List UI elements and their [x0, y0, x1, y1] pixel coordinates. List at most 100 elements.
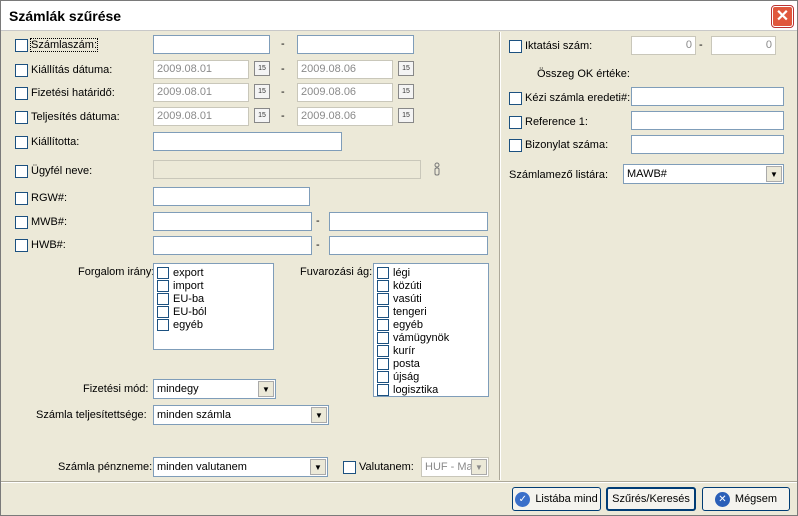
dialog-window: Számlák szűrése ✕ Számlaszám: - Kiállítá… — [0, 0, 798, 516]
ugyfel-checkbox[interactable] — [15, 165, 28, 178]
list-item-checkbox[interactable] — [377, 306, 389, 318]
szamlaszam-to-input[interactable] — [297, 35, 414, 54]
list-item-label: posta — [393, 358, 420, 370]
kiallitotta-input[interactable] — [153, 132, 342, 151]
bizonylat-input[interactable] — [631, 135, 784, 154]
bizonylat-checkbox[interactable] — [509, 139, 522, 152]
kezi-checkbox[interactable] — [509, 92, 522, 105]
forgalom-list: export import EU-ba EU-ból egyéb — [153, 263, 274, 350]
list-item-checkbox[interactable] — [157, 319, 169, 331]
list-item-label: légi — [393, 267, 411, 279]
szamlazo-select[interactable]: MAWB# ▼ — [623, 164, 784, 184]
check-icon: ✓ — [515, 491, 531, 507]
list-item-label: egyéb — [393, 319, 423, 331]
calendar-icon[interactable]: 15 — [254, 84, 270, 99]
mwb-from-input[interactable] — [153, 212, 312, 231]
teljesitettseg-select[interactable]: minden számla ▼ — [153, 405, 329, 425]
penznem-select[interactable]: minden valutanem ▼ — [153, 457, 328, 477]
iktatasi-to-input[interactable]: 0 — [711, 36, 776, 55]
footer-divider — [1, 481, 797, 483]
teljesites-to-input[interactable]: 2009.08.06 — [297, 107, 393, 126]
kiallitas-checkbox[interactable] — [15, 64, 28, 77]
szamlazo-label: Számlamező listára: — [509, 169, 609, 181]
list-item-checkbox[interactable] — [157, 306, 169, 318]
teljesites-checkbox[interactable] — [15, 111, 28, 124]
kezi-input[interactable] — [631, 87, 784, 106]
szamlaszam-checkbox[interactable] — [15, 39, 28, 52]
ugyfel-label: Ügyfél neve: — [31, 165, 93, 177]
fizetesi-mod-select[interactable]: mindegy ▼ — [153, 379, 276, 399]
teljesites-label: Teljesítés dátuma: — [31, 111, 120, 123]
list-item-label: vasúti — [393, 293, 422, 305]
iktatasi-from-input[interactable]: 0 — [631, 36, 696, 55]
list-item-checkbox[interactable] — [157, 267, 169, 279]
list-item-label: logisztika — [393, 384, 439, 396]
szamlaszam-label: Számlaszám: — [29, 38, 99, 52]
osszeg-ok-label: Összeg OK értéke: — [537, 68, 630, 80]
list-item-checkbox[interactable] — [157, 280, 169, 292]
reference-label: Reference 1: — [525, 116, 588, 128]
reference-checkbox[interactable] — [509, 116, 522, 129]
kiallitotta-checkbox[interactable] — [15, 136, 28, 149]
list-item-checkbox[interactable] — [377, 384, 389, 396]
fizetesi-to-input[interactable]: 2009.08.06 — [297, 83, 393, 102]
fizetesi-mod-label: Fizetési mód: — [83, 383, 149, 395]
list-item-checkbox[interactable] — [377, 319, 389, 331]
penznem-label: Számla pénzneme: — [58, 461, 153, 473]
chevron-down-icon[interactable]: ▼ — [310, 459, 326, 475]
chevron-down-icon[interactable]: ▼ — [258, 381, 274, 397]
list-item-label: kurír — [393, 345, 415, 357]
calendar-icon[interactable]: 15 — [398, 108, 414, 123]
penznem-value: minden valutanem — [157, 461, 247, 473]
list-item-checkbox[interactable] — [157, 293, 169, 305]
list-item-label: újság — [393, 371, 420, 383]
cancel-icon: ✕ — [714, 491, 730, 507]
szamlaszam-from-input[interactable] — [153, 35, 270, 54]
kiallitas-from-input[interactable]: 2009.08.01 — [153, 60, 249, 79]
hwb-checkbox[interactable] — [15, 239, 28, 252]
range-dash: - — [281, 38, 285, 50]
valutanem-checkbox[interactable] — [343, 461, 356, 474]
fizetesi-from-input[interactable]: 2009.08.01 — [153, 83, 249, 102]
list-item-label: közúti — [393, 280, 422, 292]
forgalom-label: Forgalom irány: — [78, 266, 155, 278]
range-dash: - — [699, 39, 703, 51]
list-item-checkbox[interactable] — [377, 293, 389, 305]
calendar-icon[interactable]: 15 — [398, 84, 414, 99]
calendar-icon[interactable]: 15 — [254, 108, 270, 123]
chevron-down-icon[interactable]: ▼ — [766, 166, 782, 182]
kiallitas-to-input[interactable]: 2009.08.06 — [297, 60, 393, 79]
teljesites-from-input[interactable]: 2009.08.01 — [153, 107, 249, 126]
rgw-input[interactable] — [153, 187, 310, 206]
calendar-icon[interactable]: 15 — [398, 61, 414, 76]
list-item-checkbox[interactable] — [377, 267, 389, 279]
mwb-to-input[interactable] — [329, 212, 488, 231]
list-item-checkbox[interactable] — [377, 371, 389, 383]
reference-input[interactable] — [631, 111, 784, 130]
iktatasi-checkbox[interactable] — [509, 40, 522, 53]
mwb-checkbox[interactable] — [15, 216, 28, 229]
range-dash: - — [281, 63, 285, 75]
fizetesi-checkbox[interactable] — [15, 87, 28, 100]
megsem-button[interactable]: ✕ Mégsem — [702, 487, 790, 511]
hwb-to-input[interactable] — [329, 236, 488, 255]
valutanem-select[interactable]: HUF - Ma ▼ — [421, 457, 489, 477]
close-button[interactable]: ✕ — [771, 5, 794, 28]
iktatasi-label: Iktatási szám: — [525, 40, 593, 52]
megsem-label: Mégsem — [734, 493, 778, 505]
szures-button[interactable]: Szűrés/Keresés — [606, 487, 696, 511]
calendar-icon[interactable]: 15 — [254, 61, 270, 76]
list-item-checkbox[interactable] — [377, 332, 389, 344]
list-item-checkbox[interactable] — [377, 345, 389, 357]
listaba-mind-button[interactable]: ✓ Listába mind — [512, 487, 601, 511]
chevron-down-icon[interactable]: ▼ — [311, 407, 327, 423]
fuvarozasi-list: légi közúti vasúti tengeri egyéb vámügyn… — [373, 263, 489, 397]
chevron-down-icon[interactable]: ▼ — [471, 459, 487, 475]
rgw-checkbox[interactable] — [15, 192, 28, 205]
fuvarozasi-label: Fuvarozási ág: — [300, 266, 373, 278]
person-icon[interactable] — [433, 162, 441, 176]
hwb-from-input[interactable] — [153, 236, 312, 255]
list-item-checkbox[interactable] — [377, 280, 389, 292]
list-item-checkbox[interactable] — [377, 358, 389, 370]
ugyfel-input[interactable] — [153, 160, 421, 179]
